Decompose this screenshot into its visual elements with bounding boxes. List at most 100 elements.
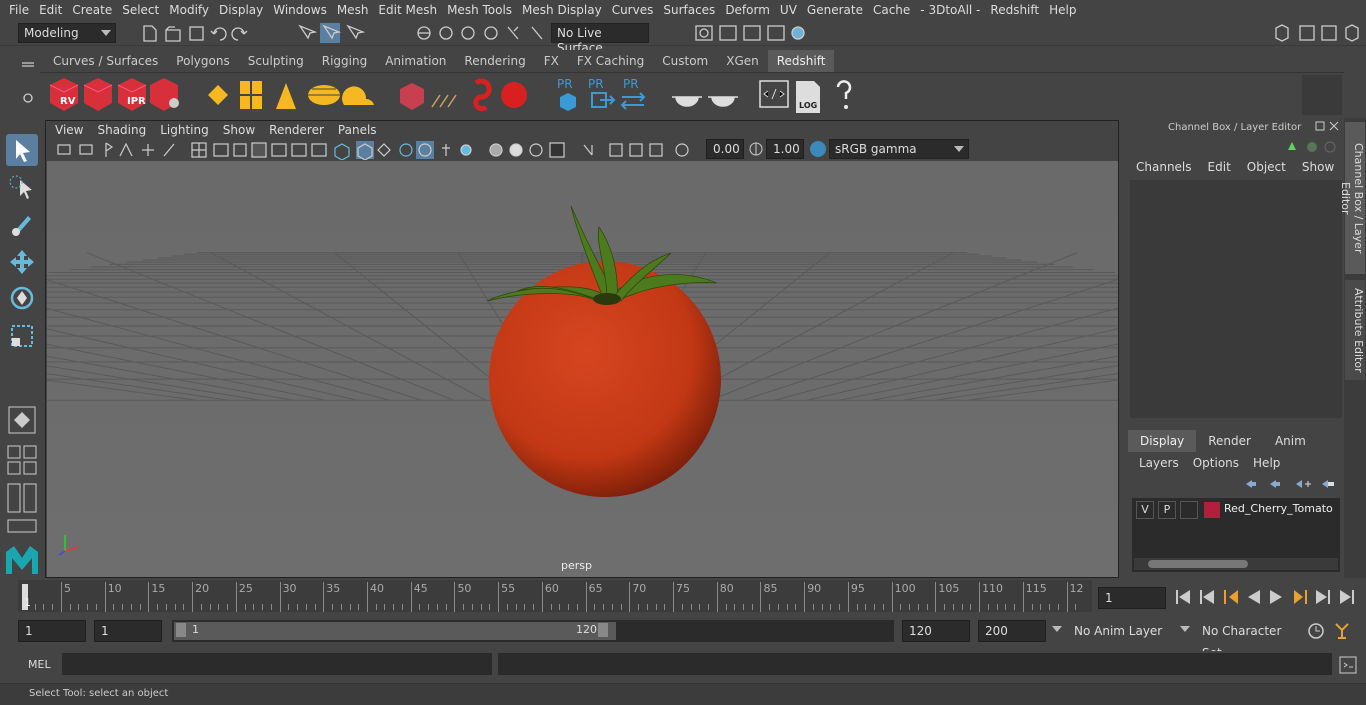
tab-anim[interactable]: Anim: [1263, 430, 1318, 452]
menu-layer-help[interactable]: Help: [1246, 456, 1287, 470]
menu-curves[interactable]: Curves: [607, 3, 659, 17]
layout-four-icon[interactable]: [6, 444, 38, 476]
channel-box-tool-icons[interactable]: [1286, 138, 1340, 156]
move-tool-icon[interactable]: [6, 246, 38, 278]
tab-display[interactable]: Display: [1128, 430, 1197, 452]
anim-layer-selector[interactable]: No Anim Layer: [1068, 620, 1168, 642]
layer-playback-toggle[interactable]: P: [1158, 501, 1176, 519]
select-tool-icon[interactable]: [6, 134, 38, 166]
tab-animation[interactable]: Animation: [376, 50, 456, 72]
layer-visibility-toggle[interactable]: V: [1136, 501, 1154, 519]
menu-generate[interactable]: Generate: [802, 3, 868, 17]
playback-start-field[interactable]: 1: [94, 620, 162, 642]
live-surface-field[interactable]: No Live Surface: [551, 23, 649, 55]
menu-show[interactable]: Show: [1294, 160, 1342, 174]
layer-color-swatch[interactable]: [1204, 502, 1220, 518]
paint-select-icon[interactable]: [6, 208, 38, 240]
anim-pref-icons[interactable]: [1306, 620, 1360, 642]
menu-object[interactable]: Object: [1239, 160, 1294, 174]
menu-create[interactable]: Create: [67, 3, 117, 17]
tab-xgen[interactable]: XGen: [717, 50, 768, 72]
vp-menu-renderer[interactable]: Renderer: [262, 123, 331, 137]
chevron-down-icon[interactable]: [1180, 626, 1190, 632]
tab-curves-surfaces[interactable]: Curves / Surfaces: [44, 50, 168, 72]
vp-menu-panels[interactable]: Panels: [331, 123, 384, 137]
vp-menu-show[interactable]: Show: [216, 123, 262, 137]
menu-surfaces[interactable]: Surfaces: [658, 3, 720, 17]
color-management-icon[interactable]: [809, 140, 827, 158]
selection-mask-icons[interactable]: [296, 22, 546, 44]
tab-polygons[interactable]: Polygons: [167, 50, 239, 72]
panel-window-icons[interactable]: [1314, 120, 1342, 134]
menu-options[interactable]: Options: [1186, 456, 1246, 470]
layer-type-toggle[interactable]: [1180, 501, 1198, 519]
range-start-grip[interactable]: [176, 623, 186, 637]
shelf-scroll[interactable]: [1302, 75, 1342, 115]
render-icons[interactable]: [690, 22, 810, 44]
menu-mesh[interactable]: Mesh: [332, 3, 374, 17]
menu-redshift[interactable]: Redshift: [985, 3, 1044, 17]
menu-mesh-display[interactable]: Mesh Display: [517, 3, 607, 17]
tab-rigging[interactable]: Rigging: [312, 50, 377, 72]
menu-modify[interactable]: Modify: [164, 3, 214, 17]
playback-controls[interactable]: [1172, 586, 1362, 608]
soft-select-icon[interactable]: [6, 404, 38, 436]
menu-display[interactable]: Display: [214, 3, 268, 17]
menu-cache[interactable]: Cache: [868, 3, 915, 17]
rotate-tool-icon[interactable]: [6, 282, 38, 314]
current-frame-field[interactable]: 1: [1098, 587, 1166, 609]
playback-end-field[interactable]: 120: [902, 620, 970, 642]
file-icons[interactable]: [140, 24, 260, 42]
menu-mesh-tools[interactable]: Mesh Tools: [442, 3, 517, 17]
side-tab-channel-box[interactable]: Channel Box / Layer Editor: [1339, 122, 1365, 274]
side-tab-attribute-editor[interactable]: Attribute Editor: [1345, 280, 1365, 380]
menu-edit[interactable]: Edit: [34, 3, 67, 17]
menu-uv[interactable]: UV: [775, 3, 802, 17]
layer-row[interactable]: V P Red_Cherry_Tomato: [1132, 500, 1340, 520]
scale-tool-icon[interactable]: [6, 320, 38, 352]
channel-list[interactable]: [1130, 180, 1342, 418]
tab-redshift[interactable]: Redshift: [767, 50, 835, 72]
perspective-viewport[interactable]: persp: [47, 161, 1118, 577]
menu-edit-mesh[interactable]: Edit Mesh: [373, 3, 442, 17]
layer-scrollbar[interactable]: [1134, 558, 1338, 570]
command-input[interactable]: [62, 653, 492, 675]
vp-menu-lighting[interactable]: Lighting: [153, 123, 216, 137]
time-slider[interactable]: 5 10 15 20 25 30 35 40 45 50 55 60 65 70 75 80 85 90 95 100…: [18, 580, 1092, 612]
menu-select[interactable]: Select: [117, 3, 164, 17]
range-slider-handle[interactable]: [174, 622, 616, 640]
vp-menu-shading[interactable]: Shading: [90, 123, 153, 137]
tab-rendering[interactable]: Rendering: [455, 50, 535, 72]
tab-render[interactable]: Render: [1196, 430, 1263, 452]
menu-deform[interactable]: Deform: [720, 3, 775, 17]
layout-two-icon[interactable]: [6, 482, 38, 514]
tab-fx[interactable]: FX: [534, 50, 568, 72]
script-editor-icon[interactable]: [1338, 655, 1358, 675]
menu-windows[interactable]: Windows: [268, 3, 332, 17]
menu-cb-edit[interactable]: Edit: [1200, 160, 1239, 174]
script-language-label[interactable]: MEL: [28, 658, 51, 671]
viewport-toolbar-icons[interactable]: [54, 140, 694, 160]
menu-file[interactable]: File: [4, 3, 34, 17]
menu-3dtoall[interactable]: - 3DtoAll -: [915, 3, 985, 17]
range-slider-track[interactable]: 1 120: [172, 620, 894, 642]
colorspace-selector[interactable]: sRGB gamma: [829, 139, 969, 159]
tab-fx-caching[interactable]: FX Caching: [567, 50, 654, 72]
menu-help[interactable]: Help: [1044, 3, 1081, 17]
scene-start-field[interactable]: 1: [18, 620, 86, 642]
vp-menu-view[interactable]: View: [48, 123, 90, 137]
redshift-shelf-icons[interactable]: [44, 75, 1344, 117]
chevron-down-icon[interactable]: [1052, 626, 1062, 632]
menu-layers[interactable]: Layers: [1132, 456, 1186, 470]
animation-end-field[interactable]: 200: [978, 620, 1046, 642]
gamma-field[interactable]: 1.00: [766, 139, 804, 159]
workspace-icons[interactable]: [1270, 22, 1364, 44]
lasso-tool-icon[interactable]: [6, 172, 38, 204]
mode-selector[interactable]: Modeling: [18, 23, 116, 43]
range-end-grip[interactable]: [598, 623, 608, 637]
shelf-menu-icons[interactable]: [20, 55, 36, 115]
menu-channels[interactable]: Channels: [1128, 160, 1200, 174]
layer-action-icons[interactable]: [1242, 476, 1342, 492]
character-set-selector[interactable]: No Character Set: [1196, 620, 1300, 660]
exposure-field[interactable]: 0.00: [706, 139, 744, 159]
